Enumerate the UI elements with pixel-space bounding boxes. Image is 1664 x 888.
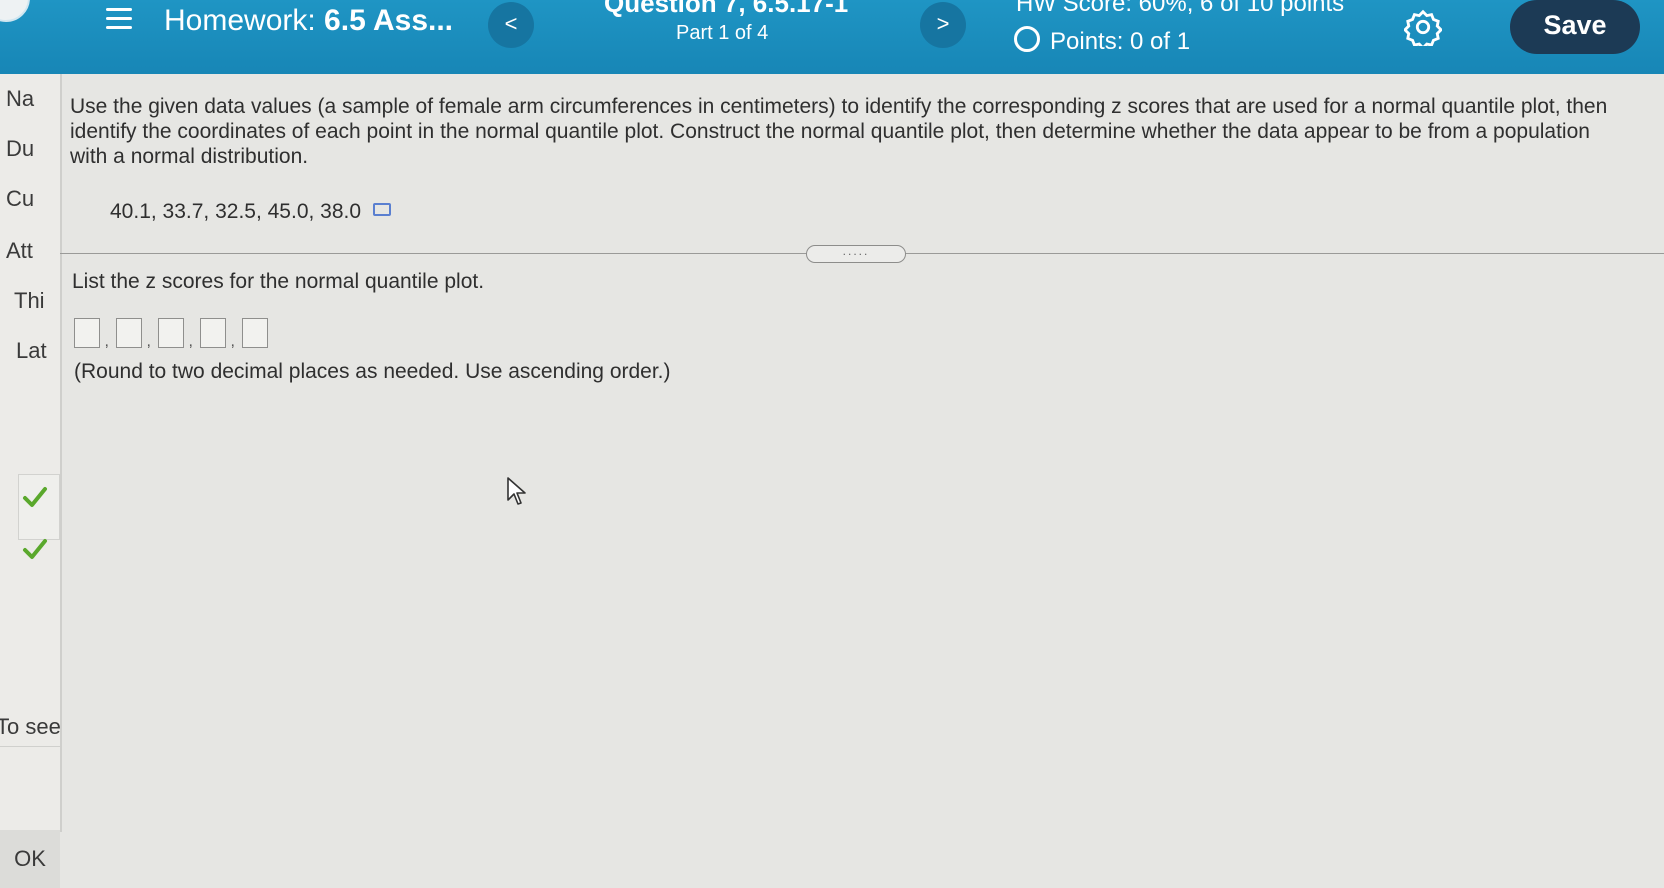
- resize-handle[interactable]: .....: [806, 245, 906, 263]
- hw-score: HW Score: 60%, 6 of 10 points: [1016, 0, 1345, 17]
- sidebar-item-na: Na: [6, 86, 35, 111]
- sidebar-item-att: Att: [6, 238, 33, 263]
- z-score-input-2[interactable]: ,: [116, 318, 151, 350]
- homework-prefix: Homework:: [164, 4, 316, 37]
- top-bar: Homework: 6.5 Ass... < Question 7, 6.5.1…: [0, 0, 1664, 74]
- data-values: 40.1, 33.7, 32.5, 45.0, 38.0: [110, 200, 392, 224]
- z-score-input-5[interactable]: [242, 318, 268, 348]
- hamburger-menu-icon[interactable]: [106, 8, 132, 30]
- save-button[interactable]: Save: [1510, 0, 1640, 54]
- circle-outline-icon: [1014, 26, 1040, 52]
- question-prompt: List the z scores for the normal quantil…: [72, 270, 485, 293]
- z-score-input-1[interactable]: ,: [74, 318, 109, 350]
- sidebar-item-du: Du: [6, 136, 35, 161]
- checkmark-icon: [23, 539, 47, 559]
- sidebar-item-lat: Lat: [16, 338, 47, 363]
- sidebar-item-thi: Thi: [14, 288, 45, 313]
- to-see-text: To see: [0, 714, 61, 739]
- gear-icon[interactable]: [1404, 8, 1442, 46]
- rounding-note: (Round to two decimal places as needed. …: [74, 360, 671, 383]
- mouse-cursor-icon: [507, 477, 526, 505]
- data-values-text: 40.1, 33.7, 32.5, 45.0, 38.0: [110, 200, 362, 223]
- ok-button[interactable]: OK: [0, 830, 60, 888]
- answer-row: ,,,,: [74, 318, 284, 352]
- question-instructions: Use the given data values (a sample of f…: [70, 95, 1608, 168]
- z-score-input-4[interactable]: ,: [200, 318, 235, 350]
- homework-title: Homework: 6.5 Ass...: [164, 4, 453, 38]
- copy-data-icon[interactable]: [373, 203, 392, 216]
- sidebar-divider: [0, 746, 60, 747]
- question-part: Part 1 of 4: [676, 22, 769, 44]
- homework-name: 6.5 Ass...: [324, 4, 454, 37]
- previous-question-button[interactable]: <: [488, 2, 534, 48]
- question-title: Question 7, 6.5.17-1: [604, 0, 849, 18]
- sidebar-item-cu: Cu: [6, 186, 35, 211]
- z-score-input-3[interactable]: ,: [158, 318, 193, 350]
- checkmark-icon: [23, 487, 47, 507]
- corner-circle-icon: [0, 0, 30, 22]
- points-status: Points: 0 of 1: [1014, 26, 1190, 56]
- next-question-button[interactable]: >: [920, 2, 966, 48]
- points-text: Points: 0 of 1: [1050, 28, 1191, 55]
- left-sidebar: Na Du Cu Att Thi Lat To see OK: [0, 74, 62, 888]
